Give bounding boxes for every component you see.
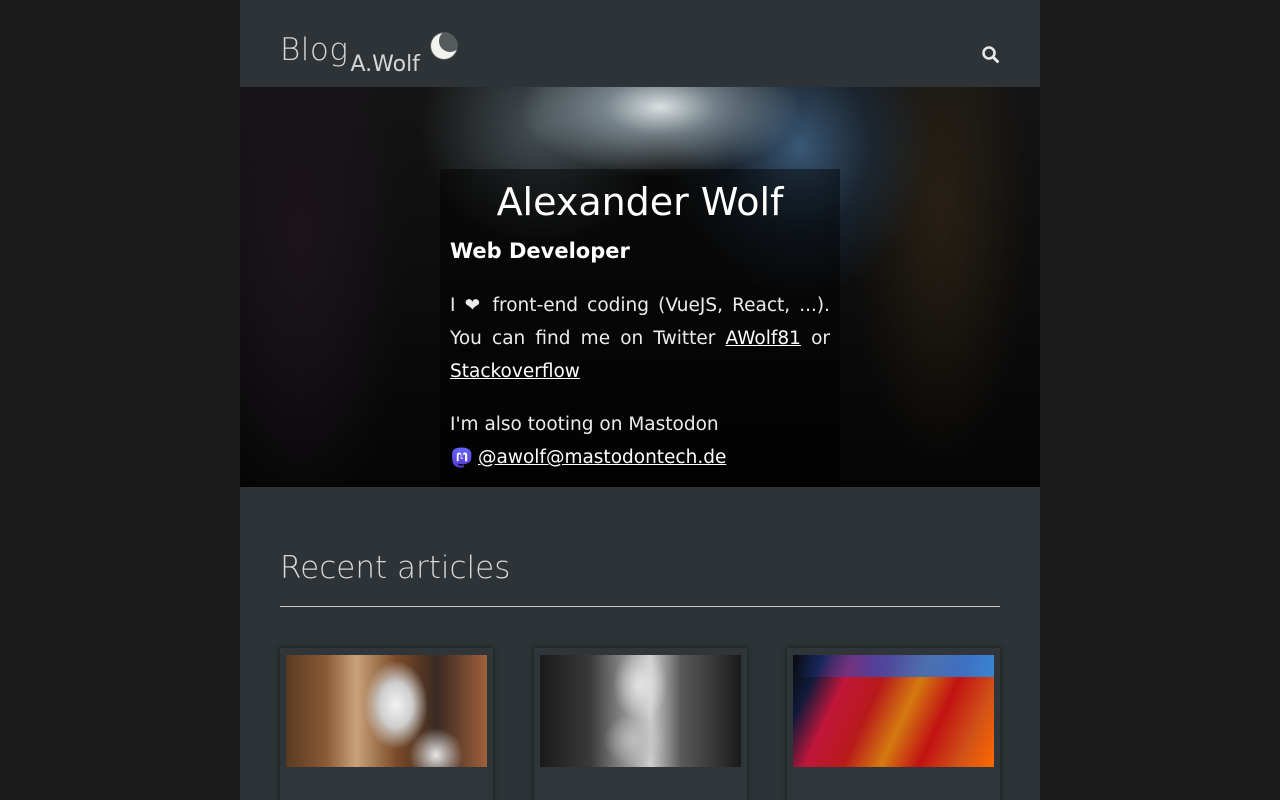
recent-articles-heading: Recent articles bbox=[280, 550, 511, 586]
mastodon-row: @awolf@mastodontech.de bbox=[450, 441, 830, 474]
twitter-link[interactable]: AWolf81 bbox=[726, 328, 801, 349]
mastodon-link[interactable]: @awolf@mastodontech.de bbox=[478, 441, 726, 474]
search-button[interactable] bbox=[980, 44, 1002, 66]
article-card[interactable] bbox=[280, 648, 493, 800]
hero-banner: Alexander Wolf Web Developer I ❤ front-e… bbox=[240, 87, 1040, 487]
author-bio: I ❤ front-end coding (VueJS, React, ...)… bbox=[450, 289, 830, 388]
mastodon-intro: I'm also tooting on Mastodon bbox=[450, 414, 719, 435]
author-role: Web Developer bbox=[450, 239, 630, 263]
stackoverflow-link[interactable]: Stackoverflow bbox=[450, 361, 580, 382]
author-name: Alexander Wolf bbox=[496, 180, 784, 224]
site-logo-link[interactable]: Blog A.Wolf bbox=[280, 30, 420, 80]
mastodon-section: I'm also tooting on Mastodon @awolf@mast… bbox=[450, 408, 830, 474]
bio-prefix: I bbox=[450, 295, 456, 316]
article-thumbnail bbox=[286, 655, 487, 767]
logo-author-text: A.Wolf bbox=[350, 52, 420, 77]
moon-icon bbox=[430, 32, 458, 60]
bio-or: or bbox=[800, 328, 830, 349]
mastodon-icon bbox=[452, 447, 472, 468]
article-thumbnail bbox=[793, 655, 994, 767]
article-card[interactable] bbox=[787, 648, 1000, 800]
article-thumbnail bbox=[540, 655, 741, 767]
logo-blog-text: Blog bbox=[280, 32, 349, 68]
article-card[interactable] bbox=[534, 648, 747, 800]
section-divider bbox=[280, 606, 1000, 607]
theme-toggle-button[interactable] bbox=[428, 30, 462, 64]
site-header: Blog A.Wolf bbox=[240, 0, 1040, 87]
heart-icon: ❤ bbox=[464, 295, 484, 316]
page: Blog A.Wolf Alexander Wolf Web Developer… bbox=[240, 0, 1040, 800]
search-icon bbox=[982, 46, 999, 63]
profile-card: Alexander Wolf Web Developer I ❤ front-e… bbox=[440, 169, 840, 487]
